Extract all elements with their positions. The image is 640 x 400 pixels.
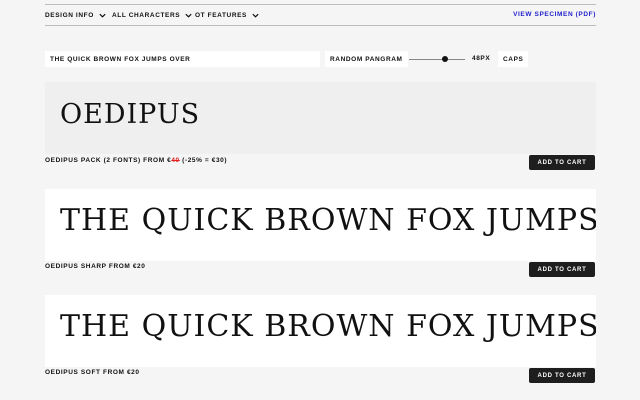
price-prefix: OEDIPUS PACK (2 FONTS) FROM € [45,157,172,164]
chevron-down-icon [185,13,192,18]
design-info-label: DESIGN INFO [45,12,94,19]
product-price: OEDIPUS SHARP FROM €20 [45,263,146,270]
sample-text-input[interactable] [45,51,320,67]
specimen-card-soft[interactable]: THE QUICK BROWN FOX JUMPS OVER THE LAZY … [45,295,596,367]
view-specimen-link[interactable]: VIEW SPECIMEN (PDF) [513,11,596,18]
design-info-dropdown[interactable]: DESIGN INFO [45,11,107,20]
type-tester-toolbar: RANDOM PANGRAM 48PX CAPS [45,51,596,67]
font-size-value: 48PX [472,55,491,62]
all-characters-label: ALL CHARACTERS [112,12,181,19]
price-suffix: (-25% = €30) [179,157,228,164]
product-price: OEDIPUS PACK (2 FONTS) FROM €40 (-25% = … [45,157,227,164]
all-characters-dropdown[interactable]: ALL CHARACTERS [112,11,193,20]
add-to-cart-button[interactable]: ADD TO CART [529,155,595,170]
slider-track [409,58,465,60]
ot-features-dropdown[interactable]: OT FEATURES [195,11,260,20]
slider-thumb[interactable] [442,56,449,62]
specimen-text: THE QUICK BROWN FOX JUMPS OVER THE LAZY … [60,309,596,344]
specimen-text: OEDIPUS [60,99,201,130]
product-price: OEDIPUS SOFT FROM €20 [45,369,140,376]
caps-toggle[interactable]: CAPS [498,51,529,67]
specimen-card-sharp[interactable]: THE QUICK BROWN FOX JUMPS OVER THE LAZY … [45,189,596,261]
specimen-text: THE QUICK BROWN FOX JUMPS OVER THE LAZY … [60,203,596,238]
specimen-card-pack[interactable]: OEDIPUS [45,82,596,154]
old-price: 40 [171,157,180,164]
font-size-slider[interactable] [407,51,467,67]
add-to-cart-button[interactable]: ADD TO CART [529,262,595,277]
random-pangram-button[interactable]: RANDOM PANGRAM [325,51,408,67]
ot-features-label: OT FEATURES [195,12,247,19]
chevron-down-icon [252,13,259,18]
chevron-down-icon [99,13,106,18]
add-to-cart-button[interactable]: ADD TO CART [529,368,595,383]
top-navigation: DESIGN INFO ALL CHARACTERS OT FEATURES V… [45,4,596,26]
